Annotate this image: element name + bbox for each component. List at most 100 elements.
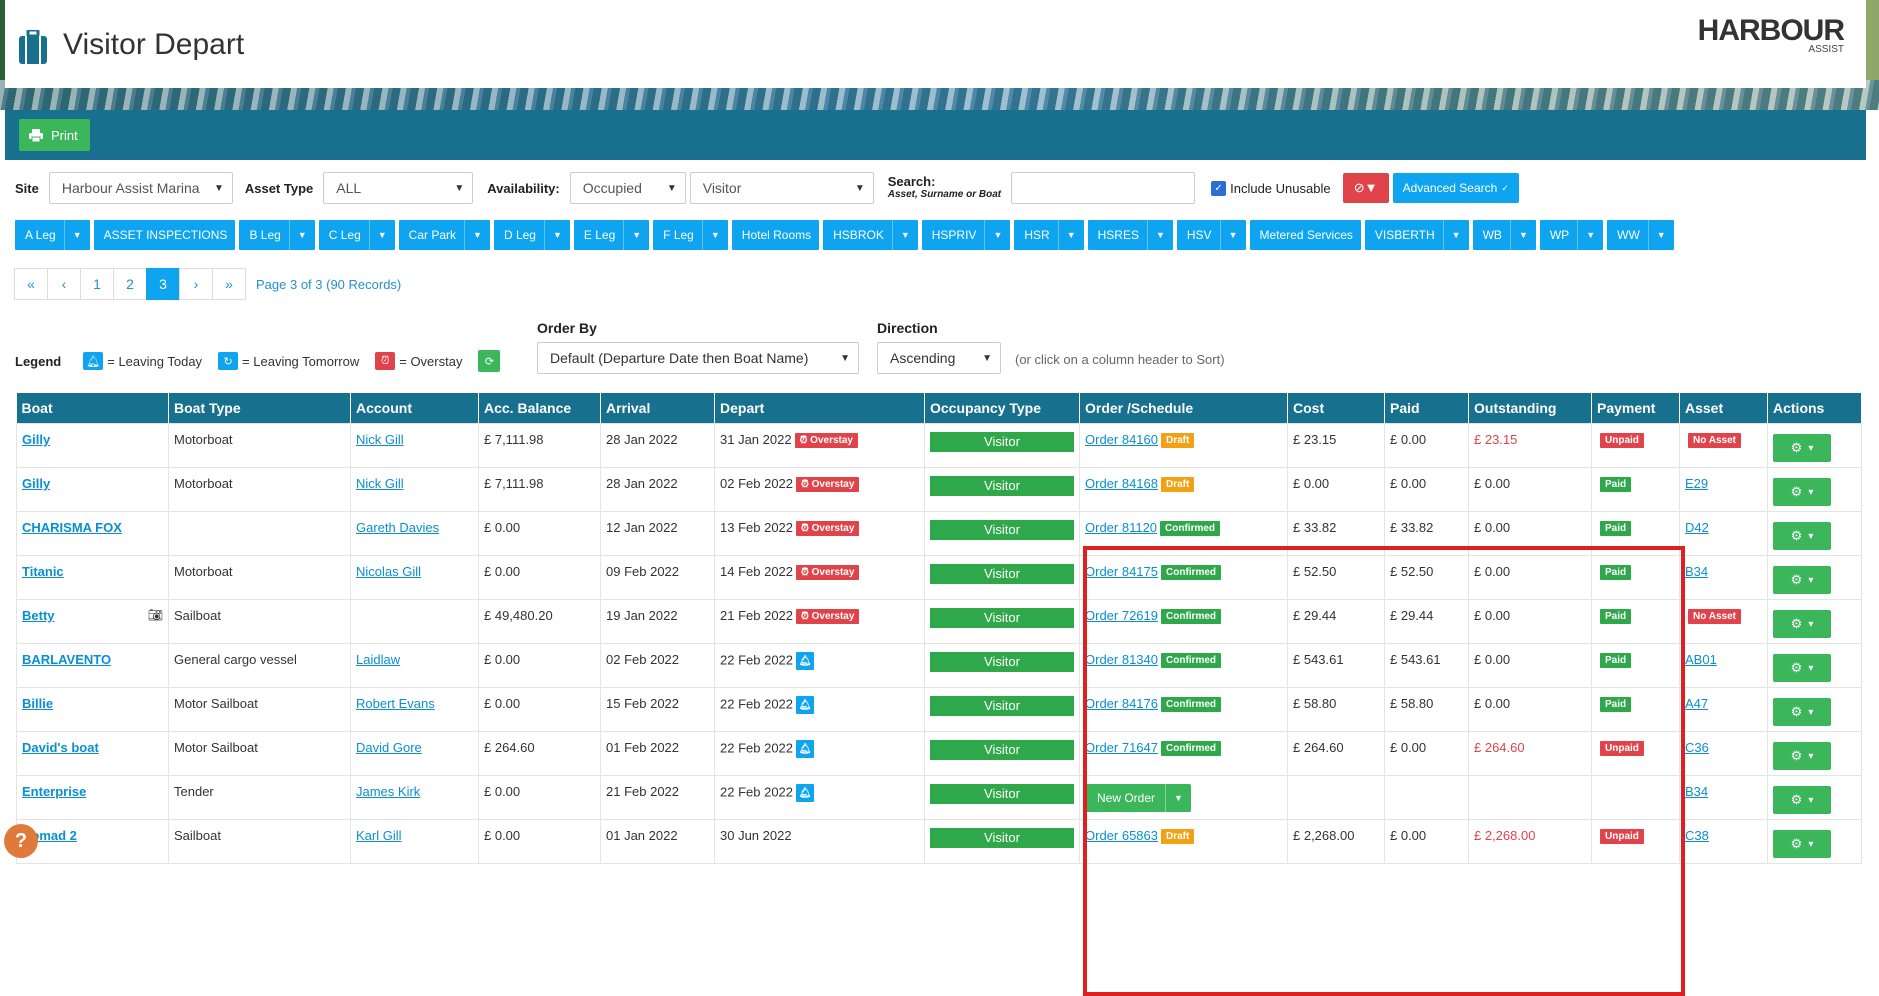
- actions-button[interactable]: ⚙ ▾: [1773, 522, 1831, 550]
- print-button[interactable]: Print: [19, 119, 90, 151]
- tab-wp[interactable]: WP ▼: [1539, 220, 1604, 250]
- actions-button[interactable]: ⚙ ▾: [1773, 698, 1831, 726]
- tab-hsr[interactable]: HSR ▼: [1014, 220, 1084, 250]
- help-button[interactable]: ?: [4, 824, 38, 858]
- chevron-down-icon[interactable]: ▼: [368, 220, 395, 250]
- camera-icon[interactable]: 📷︎: [148, 608, 163, 622]
- advanced-search-button[interactable]: Advanced Search ✓: [1392, 173, 1519, 203]
- chevron-down-icon[interactable]: ▼: [1219, 220, 1246, 250]
- page-2-button[interactable]: 2: [113, 268, 147, 300]
- actions-button[interactable]: ⚙ ▾: [1773, 830, 1831, 858]
- column-header-occupancy-type[interactable]: Occupancy Type: [924, 393, 1080, 424]
- column-header-payment[interactable]: Payment: [1591, 393, 1680, 424]
- account-link[interactable]: Karl Gill: [356, 828, 402, 843]
- asset-type-select[interactable]: ALL ▼: [323, 172, 474, 204]
- account-link[interactable]: Nicolas Gill: [356, 564, 421, 579]
- order-link[interactable]: Order 84160: [1085, 432, 1158, 447]
- tab-ww[interactable]: WW ▼: [1607, 220, 1674, 250]
- column-header-paid[interactable]: Paid: [1384, 393, 1469, 424]
- asset-link[interactable]: B34: [1685, 564, 1708, 579]
- asset-link[interactable]: C36: [1685, 740, 1709, 755]
- column-header-cost[interactable]: Cost: [1287, 393, 1385, 424]
- page-prev-button[interactable]: ‹: [47, 268, 81, 300]
- chevron-down-icon[interactable]: ▼: [701, 220, 728, 250]
- boat-name-link[interactable]: David's boat: [22, 740, 99, 755]
- page-1-button[interactable]: 1: [80, 268, 114, 300]
- chevron-down-icon[interactable]: ▼: [464, 220, 490, 250]
- actions-button[interactable]: ⚙ ▾: [1773, 786, 1831, 814]
- order-link[interactable]: Order 65863: [1085, 828, 1158, 843]
- tab-hsv[interactable]: HSV ▼: [1176, 220, 1246, 250]
- asset-link[interactable]: C38: [1685, 828, 1709, 843]
- chevron-down-icon[interactable]: ▼: [1442, 220, 1469, 250]
- tab-asset-inspections[interactable]: ASSET INSPECTIONS: [93, 220, 236, 250]
- boat-name-link[interactable]: Gilly: [22, 432, 50, 447]
- tab-a-leg[interactable]: A Leg ▼: [15, 220, 90, 250]
- chevron-down-icon[interactable]: ▼: [1165, 784, 1191, 812]
- page-next-button[interactable]: ›: [179, 268, 213, 300]
- include-unusable-checkbox[interactable]: ✓: [1211, 180, 1227, 196]
- tab-metered-services[interactable]: Metered Services: [1249, 220, 1361, 250]
- column-header-acc-balance[interactable]: Acc. Balance: [478, 393, 601, 424]
- column-header-arrival[interactable]: Arrival: [600, 393, 715, 424]
- availability-select[interactable]: Occupied ▼: [569, 172, 686, 204]
- boat-name-link[interactable]: Titanic: [22, 564, 64, 579]
- occupant-type-select[interactable]: Visitor ▼: [689, 172, 874, 204]
- chevron-down-icon[interactable]: ▼: [984, 220, 1010, 250]
- chevron-down-icon[interactable]: ▼: [543, 220, 570, 250]
- order-link[interactable]: Order 84175: [1085, 564, 1158, 579]
- search-input[interactable]: [1011, 172, 1196, 204]
- page-first-button[interactable]: «: [14, 268, 48, 300]
- chevron-down-icon[interactable]: ▼: [1146, 220, 1173, 250]
- account-link[interactable]: David Gore: [356, 740, 422, 755]
- actions-button[interactable]: ⚙ ▾: [1773, 478, 1831, 506]
- chevron-down-icon[interactable]: ▼: [63, 220, 90, 250]
- column-header-depart[interactable]: Depart: [714, 393, 925, 424]
- chevron-down-icon[interactable]: ▼: [891, 220, 918, 250]
- tab-f-leg[interactable]: F Leg ▼: [653, 220, 728, 250]
- order-link[interactable]: Order 81340: [1085, 652, 1158, 667]
- chevron-down-icon[interactable]: ▼: [623, 220, 649, 250]
- chevron-down-icon[interactable]: ▼: [1647, 220, 1674, 250]
- chevron-down-icon[interactable]: ▼: [1577, 220, 1603, 250]
- actions-button[interactable]: ⚙ ▾: [1773, 566, 1831, 594]
- refresh-button[interactable]: ⟳: [478, 350, 501, 372]
- column-header-account[interactable]: Account: [350, 393, 479, 424]
- actions-button[interactable]: ⚙ ▾: [1773, 434, 1831, 462]
- order-link[interactable]: Order 72619: [1085, 608, 1158, 623]
- chevron-down-icon[interactable]: ▼: [288, 220, 315, 250]
- page-last-button[interactable]: »: [212, 268, 246, 300]
- tab-visberth[interactable]: VISBERTH ▼: [1364, 220, 1469, 250]
- chevron-down-icon[interactable]: ▼: [1057, 220, 1084, 250]
- account-link[interactable]: Nick Gill: [356, 432, 404, 447]
- asset-link[interactable]: A47: [1685, 696, 1708, 711]
- boat-name-link[interactable]: Betty: [22, 608, 55, 623]
- site-select[interactable]: Harbour Assist Marina ▼: [48, 172, 233, 204]
- tab-wb[interactable]: WB ▼: [1472, 220, 1536, 250]
- column-header-boat-type[interactable]: Boat Type: [168, 393, 351, 424]
- tab-car-park[interactable]: Car Park ▼: [398, 220, 490, 250]
- actions-button[interactable]: ⚙ ▾: [1773, 742, 1831, 770]
- account-link[interactable]: Laidlaw: [356, 652, 400, 667]
- asset-link[interactable]: E29: [1685, 476, 1708, 491]
- asset-link[interactable]: AB01: [1685, 652, 1717, 667]
- chevron-down-icon[interactable]: ▼: [1509, 220, 1536, 250]
- account-link[interactable]: James Kirk: [356, 784, 420, 799]
- tab-hotel-rooms[interactable]: Hotel Rooms: [731, 220, 820, 250]
- order-link[interactable]: Order 81120: [1085, 520, 1157, 535]
- order-link[interactable]: Order 84168: [1085, 476, 1158, 491]
- order-by-select[interactable]: Default (Departure Date then Boat Name) ▼: [537, 342, 859, 374]
- account-link[interactable]: Robert Evans: [356, 696, 435, 711]
- column-header-asset[interactable]: Asset: [1679, 393, 1768, 424]
- actions-button[interactable]: ⚙ ▾: [1773, 654, 1831, 682]
- tab-hspriv[interactable]: HSPRIV ▼: [921, 220, 1011, 250]
- tab-hsbrok[interactable]: HSBROK ▼: [823, 220, 918, 250]
- new-order-button[interactable]: New Order ▼: [1085, 784, 1191, 812]
- account-link[interactable]: Nick Gill: [356, 476, 404, 491]
- tab-d-leg[interactable]: D Leg ▼: [493, 220, 570, 250]
- column-header-boat[interactable]: Boat: [16, 393, 169, 424]
- tab-hsres[interactable]: HSRES ▼: [1087, 220, 1173, 250]
- account-link[interactable]: Gareth Davies: [356, 520, 439, 535]
- boat-name-link[interactable]: CHARISMA FOX: [22, 520, 122, 535]
- tab-b-leg[interactable]: B Leg ▼: [239, 220, 315, 250]
